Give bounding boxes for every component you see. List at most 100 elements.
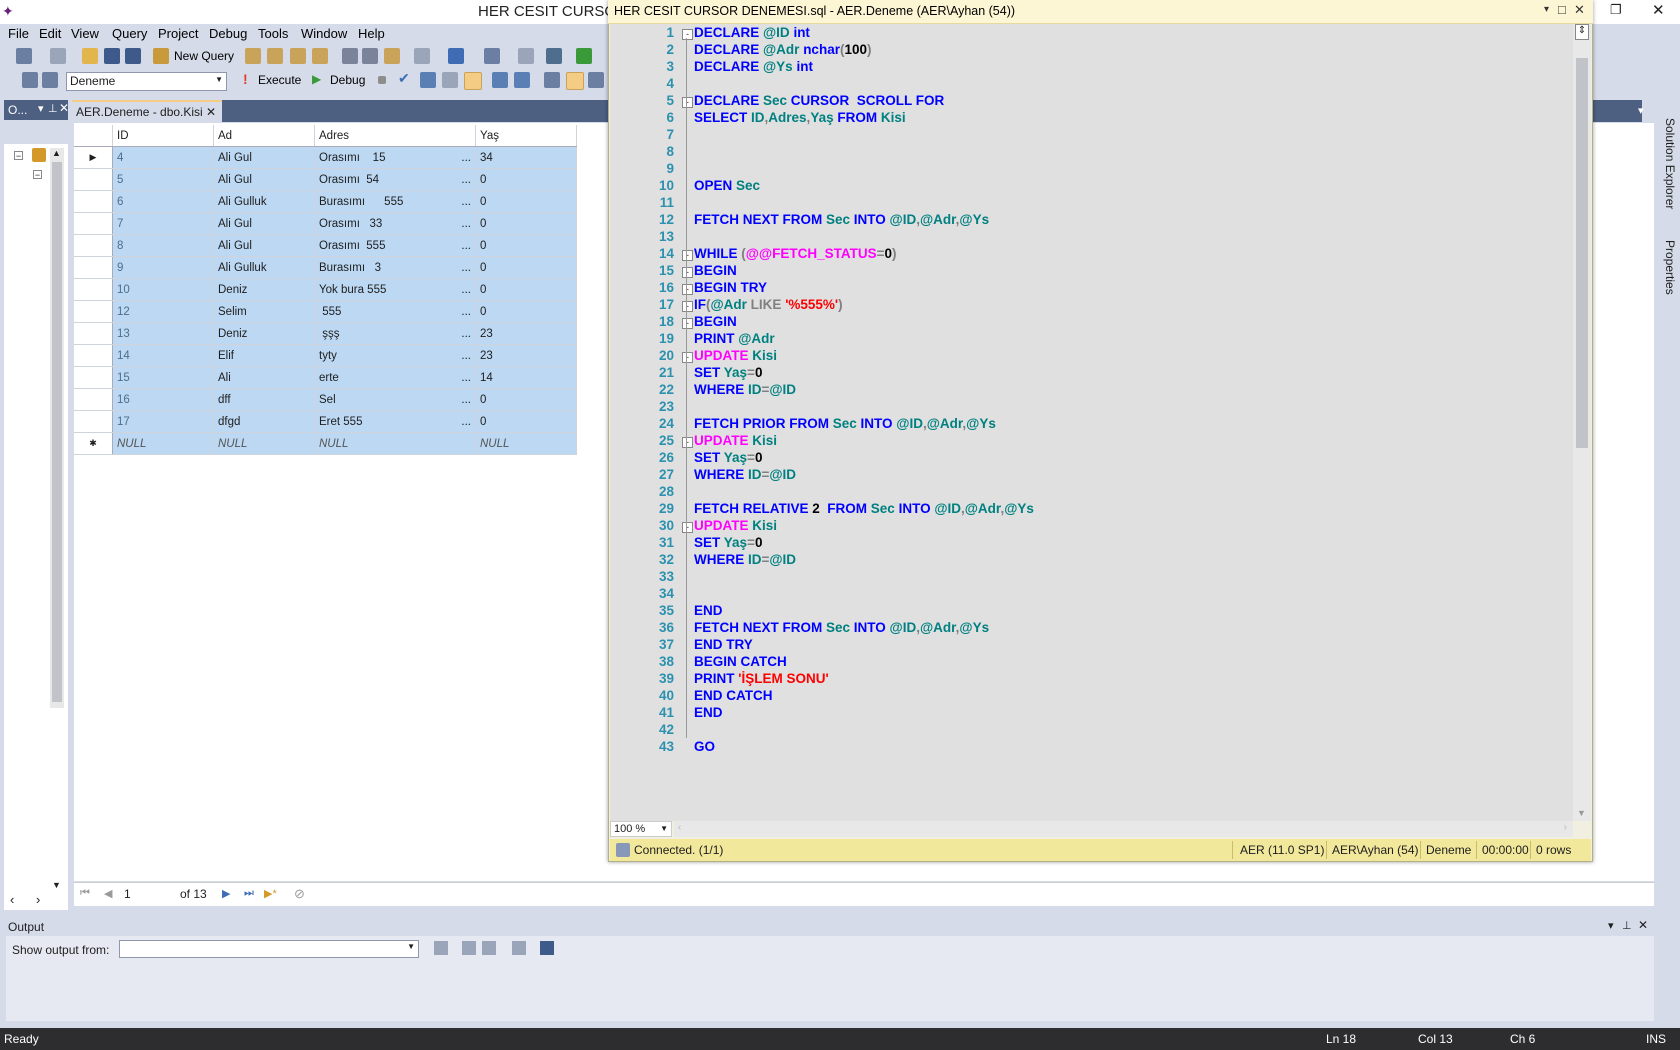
- cell-adres[interactable]: şşş...: [314, 322, 476, 345]
- menu-project[interactable]: Project: [158, 26, 198, 41]
- cell-yas[interactable]: 0: [475, 190, 577, 213]
- server-node-icon[interactable]: [32, 148, 46, 162]
- scroll-left-icon[interactable]: ‹: [10, 892, 14, 907]
- include-plan-icon[interactable]: [492, 72, 508, 88]
- menu-query[interactable]: Query: [112, 26, 147, 41]
- code-line[interactable]: DECLARE @Ys int: [694, 59, 813, 74]
- cell-adres[interactable]: erte...: [314, 366, 476, 389]
- current-row-indicator-icon[interactable]: ▶: [74, 146, 113, 169]
- code-line[interactable]: FETCH RELATIVE 2 FROM Sec INTO @ID,@Adr,…: [694, 501, 1034, 516]
- fold-toggle-icon[interactable]: -: [682, 352, 693, 363]
- navigate-back-icon[interactable]: [484, 48, 500, 64]
- fold-toggle-icon[interactable]: -: [682, 267, 693, 278]
- next-record-icon[interactable]: ▶: [222, 887, 230, 900]
- code-line[interactable]: OPEN Sec: [694, 178, 760, 193]
- code-line[interactable]: WHERE ID=@ID: [694, 382, 796, 397]
- new-row[interactable]: ✱ NULL NULL NULL NULL: [74, 432, 577, 455]
- scroll-right-icon[interactable]: ›: [1564, 822, 1567, 833]
- next-message-icon[interactable]: [482, 941, 496, 955]
- cell-adres[interactable]: Burasımı 555...: [314, 190, 476, 213]
- code-line[interactable]: UPDATE Kisi: [694, 348, 777, 363]
- fold-toggle-icon[interactable]: -: [682, 250, 693, 261]
- results-grid-icon[interactable]: [566, 72, 584, 90]
- code-line[interactable]: BEGIN CATCH: [694, 654, 787, 669]
- scroll-right-icon[interactable]: ›: [36, 892, 40, 907]
- cell-ellipsis-button[interactable]: ...: [461, 416, 471, 428]
- cut-icon[interactable]: [342, 48, 358, 64]
- cell-adres[interactable]: 555...: [314, 300, 476, 323]
- cell-yas[interactable]: 0: [475, 388, 577, 411]
- new-query-button[interactable]: New Query: [174, 49, 234, 63]
- intellisense-icon[interactable]: [464, 72, 482, 90]
- cell-yas[interactable]: 0: [475, 212, 577, 235]
- fold-toggle-icon[interactable]: -: [682, 318, 693, 329]
- close-window-icon[interactable]: ✕: [1574, 2, 1585, 18]
- code-line[interactable]: SELECT ID,Adres,Yaş FROM Kisi: [694, 110, 906, 125]
- results-text-icon[interactable]: [544, 72, 560, 88]
- cell-ellipsis-button[interactable]: ...: [461, 240, 471, 252]
- cell-yas[interactable]: 0: [475, 410, 577, 433]
- solution-explorer-tab[interactable]: Solution Explorer: [1663, 118, 1677, 209]
- cell-id[interactable]: 12: [112, 300, 214, 323]
- cell-ellipsis-button[interactable]: ...: [461, 328, 471, 340]
- menu-debug[interactable]: Debug: [209, 26, 247, 41]
- table-row[interactable]: 17 dfgd Eret 555... 0: [74, 410, 577, 433]
- add-item-icon[interactable]: [50, 48, 66, 64]
- cell-ad[interactable]: dfgd: [213, 410, 315, 433]
- code-line[interactable]: WHERE ID=@ID: [694, 552, 796, 567]
- cell-ad[interactable]: Deniz: [213, 278, 315, 301]
- column-header-yas[interactable]: Yaş: [475, 125, 577, 147]
- row-selector[interactable]: [74, 366, 113, 389]
- cell-ellipsis-button[interactable]: ...: [461, 284, 471, 296]
- cell-ad[interactable]: Ali Gul: [213, 212, 315, 235]
- cell-ad[interactable]: NULL: [213, 432, 315, 455]
- table-row[interactable]: 9 Ali Gulluk Burasımı 3... 0: [74, 256, 577, 279]
- code-line[interactable]: FETCH PRIOR FROM Sec INTO @ID,@Adr,@Ys: [694, 416, 996, 431]
- table-row[interactable]: 12 Selim 555... 0: [74, 300, 577, 323]
- database-select[interactable]: Deneme ▼: [66, 72, 227, 91]
- code-line[interactable]: SET Yaş=0: [694, 365, 762, 380]
- new-record-icon[interactable]: ▶*: [264, 887, 277, 900]
- fold-toggle-icon[interactable]: -: [682, 301, 693, 312]
- close-window-icon[interactable]: ✕: [1652, 1, 1665, 19]
- scroll-down-icon[interactable]: ▼: [52, 880, 61, 890]
- cell-ellipsis-button[interactable]: ...: [461, 372, 471, 384]
- cell-id[interactable]: 10: [112, 278, 214, 301]
- cell-id[interactable]: 14: [112, 344, 214, 367]
- results-file-icon[interactable]: [588, 72, 604, 88]
- code-line[interactable]: BEGIN: [694, 263, 737, 278]
- code-line[interactable]: DECLARE @Adr nchar(100): [694, 42, 871, 57]
- cell-adres[interactable]: Orasımı 54...: [314, 168, 476, 191]
- cell-ad[interactable]: Ali Gulluk: [213, 190, 315, 213]
- client-stats-icon[interactable]: [514, 72, 530, 88]
- cell-ellipsis-button[interactable]: ...: [461, 262, 471, 274]
- cell-yas[interactable]: 0: [475, 300, 577, 323]
- cell-id[interactable]: 8: [112, 234, 214, 257]
- cell-ad[interactable]: Selim: [213, 300, 315, 323]
- cell-id[interactable]: 16: [112, 388, 214, 411]
- cell-ellipsis-button[interactable]: ...: [461, 350, 471, 362]
- tree-collapse-icon[interactable]: −: [14, 151, 23, 161]
- cell-yas[interactable]: 0: [475, 234, 577, 257]
- activity-monitor-icon[interactable]: [546, 48, 562, 64]
- restore-window-icon[interactable]: ❐: [1610, 2, 1622, 18]
- table-row[interactable]: 6 Ali Gulluk Burasımı 555... 0: [74, 190, 577, 213]
- fold-toggle-icon[interactable]: -: [682, 29, 693, 40]
- first-record-icon[interactable]: ⏮: [80, 887, 90, 900]
- row-selector[interactable]: [74, 234, 113, 257]
- new-row-indicator-icon[interactable]: ✱: [74, 432, 113, 455]
- table-row[interactable]: 10 Deniz Yok bura 555... 0: [74, 278, 577, 301]
- connect-icon[interactable]: [22, 72, 38, 88]
- table-row[interactable]: 13 Deniz şşş... 23: [74, 322, 577, 345]
- code-line[interactable]: END TRY: [694, 637, 753, 652]
- row-selector[interactable]: [74, 322, 113, 345]
- menu-help[interactable]: Help: [358, 26, 385, 41]
- cancel-execute-icon[interactable]: [378, 76, 386, 84]
- cell-ellipsis-button[interactable]: ...: [461, 152, 471, 164]
- menu-edit[interactable]: Edit: [39, 26, 61, 41]
- code-line[interactable]: FETCH NEXT FROM Sec INTO @ID,@Adr,@Ys: [694, 212, 989, 227]
- word-wrap-icon[interactable]: [540, 941, 554, 955]
- column-header-ad[interactable]: Ad: [213, 125, 315, 147]
- navigate-forward-icon[interactable]: [518, 48, 534, 64]
- open-file-icon[interactable]: [82, 48, 98, 64]
